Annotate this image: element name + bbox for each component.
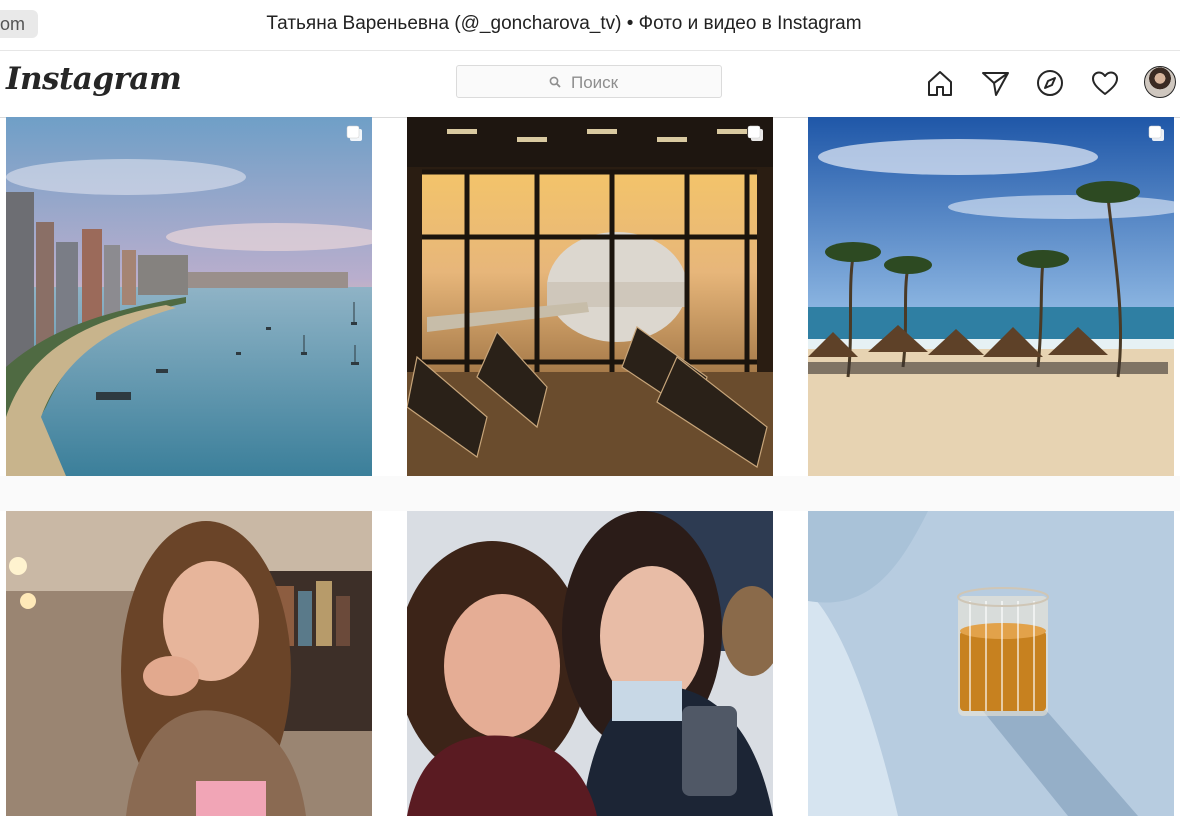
post-thumbnail[interactable] — [6, 511, 372, 816]
post-thumbnail[interactable] — [808, 511, 1174, 816]
multiple-photos-icon — [1148, 125, 1164, 141]
multiple-photos-icon — [346, 125, 362, 141]
post-thumbnail[interactable] — [6, 117, 372, 476]
post-thumbnail[interactable] — [808, 117, 1174, 476]
posts-grid — [0, 0, 1180, 816]
multiple-photos-icon — [747, 125, 763, 141]
post-thumbnail[interactable] — [407, 117, 773, 476]
grid-gap — [0, 476, 1180, 511]
post-thumbnail[interactable] — [407, 511, 773, 816]
